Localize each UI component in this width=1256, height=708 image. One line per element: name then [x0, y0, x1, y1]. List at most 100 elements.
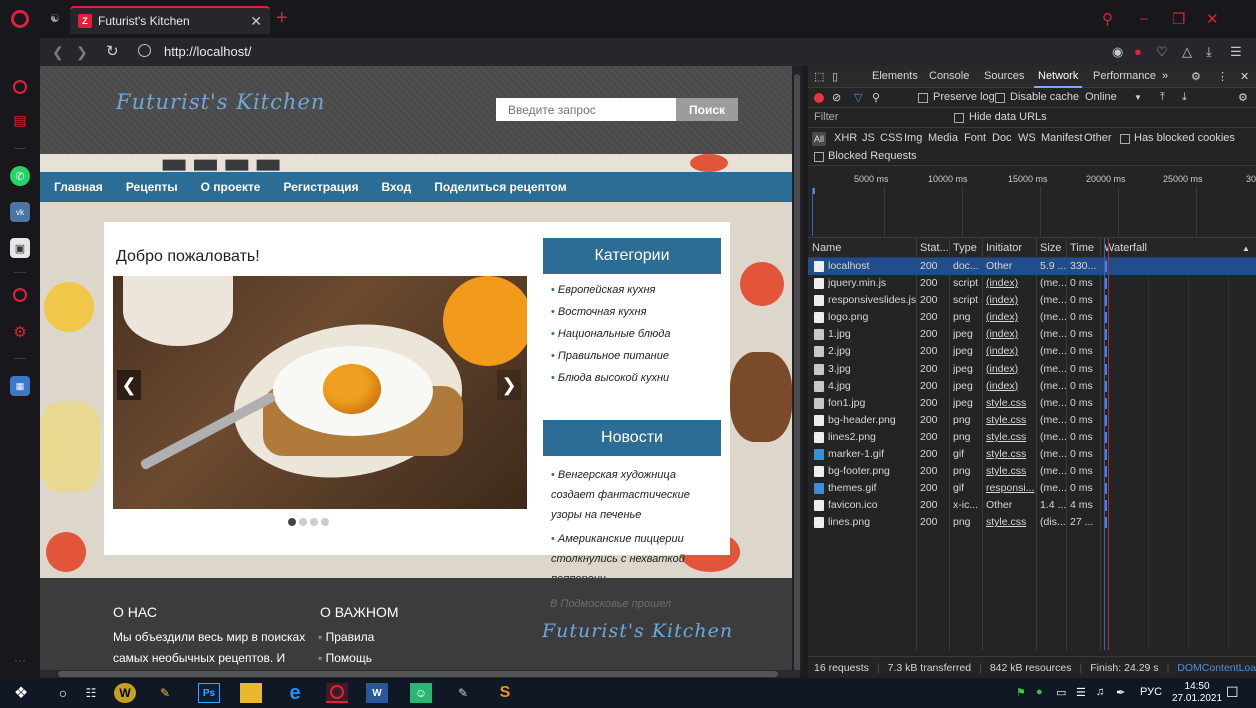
export-har-icon[interactable]: ⤓	[1182, 91, 1187, 104]
paint-icon[interactable]: ✎	[154, 683, 176, 703]
preserve-log-checkbox[interactable]	[918, 93, 928, 103]
request-name[interactable]: jquery.min.js	[828, 277, 916, 289]
request-row[interactable]: fon1.jpg 200 jpeg style.css (me... 0 ms	[808, 395, 1256, 412]
request-row[interactable]: lines.png 200 png style.css (dis... 27 ...	[808, 514, 1256, 531]
download-icon[interactable]: ⤓	[1206, 44, 1212, 60]
photoshop-icon[interactable]: Ps	[198, 683, 220, 703]
extensions-cube-icon[interactable]: △	[1182, 44, 1192, 60]
request-name[interactable]: lines.png	[828, 516, 916, 528]
request-name[interactable]: logo.png	[828, 311, 916, 323]
tray-pen-icon[interactable]: ✒	[1116, 686, 1125, 699]
nav-recipes[interactable]: Рецепты	[126, 180, 178, 194]
history-icon[interactable]	[13, 288, 27, 302]
request-name[interactable]: themes.gif	[828, 482, 916, 494]
request-initiator[interactable]: style.css	[986, 431, 1036, 443]
request-initiator[interactable]: style.css	[986, 414, 1036, 426]
forward-icon[interactable]: ❯	[76, 44, 88, 61]
clock[interactable]: 14:50 27.01.2021	[1172, 681, 1222, 705]
tab-console[interactable]: Console	[929, 70, 969, 82]
hide-data-urls-checkbox[interactable]	[954, 113, 964, 123]
settings-gear-icon[interactable]: ⚙	[10, 322, 30, 342]
scrollbar-thumb[interactable]	[58, 671, 778, 677]
type-filter-img[interactable]: Img	[904, 132, 922, 144]
nav-login[interactable]: Вход	[382, 180, 412, 194]
bookmark-heart-icon[interactable]: ♡	[1156, 44, 1168, 60]
speed-dial-icon[interactable]	[13, 80, 27, 94]
type-filter-font[interactable]: Font	[964, 132, 986, 144]
file-explorer-icon[interactable]	[240, 683, 262, 703]
clear-icon[interactable]: ⊘	[832, 91, 841, 104]
inspect-element-icon[interactable]: ⬚	[814, 70, 824, 83]
vk-icon[interactable]: vk	[10, 202, 30, 222]
column-initiator[interactable]: Initiator	[986, 242, 1022, 254]
snapshot-icon[interactable]: ◉	[1112, 44, 1123, 60]
close-window-icon[interactable]: ✕	[1206, 10, 1219, 28]
more-tabs-icon[interactable]: »	[1162, 70, 1168, 82]
shopping-bag-icon[interactable]: ▤	[10, 110, 30, 130]
column-size[interactable]: Size	[1040, 242, 1061, 254]
minimize-icon[interactable]: ⎯	[1140, 10, 1148, 27]
column-time[interactable]: Time	[1070, 242, 1094, 254]
request-row[interactable]: favicon.ico 200 x-ic... Other 1.4 ... 4 ms	[808, 497, 1256, 514]
slider-next-icon[interactable]: ❯	[497, 370, 521, 400]
network-overview[interactable]: 5000 ms 10000 ms 15000 ms 20000 ms 25000…	[808, 166, 1256, 238]
type-filter-all[interactable]: All	[812, 132, 826, 146]
sublime-text-icon[interactable]: S	[494, 683, 516, 703]
blocked-requests-checkbox[interactable]	[814, 152, 824, 162]
request-row[interactable]: 4.jpg 200 jpeg (index) (me... 0 ms	[808, 378, 1256, 395]
request-initiator[interactable]: (index)	[986, 345, 1036, 357]
new-tab-icon[interactable]: +	[276, 8, 288, 28]
slider-dot[interactable]	[288, 518, 296, 526]
nav-register[interactable]: Регистрация	[283, 180, 358, 194]
request-name[interactable]: lines2.png	[828, 431, 916, 443]
column-type[interactable]: Type	[953, 242, 977, 254]
type-filter-ws[interactable]: WS	[1018, 132, 1036, 144]
request-initiator[interactable]: (index)	[986, 277, 1036, 289]
tray-network-icon[interactable]: ☰	[1076, 686, 1086, 699]
request-name[interactable]: localhost	[828, 260, 916, 272]
footer-link-help[interactable]: ◦ Помощь	[318, 651, 372, 665]
tab-performance[interactable]: Performance	[1093, 70, 1156, 82]
type-filter-other[interactable]: Other	[1084, 132, 1112, 144]
type-filter-css[interactable]: CSS	[880, 132, 903, 144]
chevron-down-icon[interactable]: ▼	[1134, 93, 1142, 102]
sort-up-icon[interactable]: ▲	[1242, 244, 1250, 253]
search-tabs-icon[interactable]: ⚲	[1102, 10, 1113, 28]
scrollbar-thumb[interactable]	[794, 74, 800, 674]
request-initiator[interactable]: responsi...	[986, 482, 1036, 494]
tray-app-icon[interactable]: ●	[1036, 686, 1043, 698]
type-filter-media[interactable]: Media	[928, 132, 958, 144]
reload-icon[interactable]: ↻	[106, 42, 119, 60]
messenger-icon[interactable]: ▣	[10, 238, 30, 258]
request-initiator[interactable]: (index)	[986, 328, 1036, 340]
import-har-icon[interactable]: ⤒	[1160, 91, 1165, 104]
site-logo[interactable]: Futurist's Kitchen	[116, 90, 325, 114]
tray-volume-icon[interactable]: ♫	[1096, 686, 1104, 698]
opera-taskbar-icon[interactable]	[326, 683, 348, 703]
devtools-settings-icon[interactable]: ⚙	[1191, 70, 1201, 83]
search-input[interactable]	[496, 98, 676, 121]
tab-sources[interactable]: Sources	[984, 70, 1024, 82]
nav-share-recipe[interactable]: Поделиться рецептом	[434, 180, 566, 194]
category-national[interactable]: Национальные блюда	[551, 328, 726, 340]
site-info-icon[interactable]	[138, 44, 151, 57]
request-row[interactable]: 1.jpg 200 jpeg (index) (me... 0 ms	[808, 326, 1256, 343]
winamp-icon[interactable]: W	[114, 683, 136, 703]
request-name[interactable]: fon1.jpg	[828, 397, 916, 409]
column-waterfall[interactable]: Waterfall	[1104, 242, 1147, 254]
throttling-select[interactable]: Online	[1085, 91, 1117, 103]
more-options-icon[interactable]: ···	[10, 650, 30, 670]
request-name[interactable]: favicon.ico	[828, 499, 916, 511]
tool-app-icon[interactable]: ✎	[452, 683, 474, 703]
task-view-icon[interactable]: ☷	[80, 683, 102, 703]
request-initiator[interactable]: (index)	[986, 311, 1036, 323]
easy-setup-icon[interactable]: ☰	[1230, 44, 1242, 60]
url-field[interactable]: http://localhost/	[164, 44, 251, 59]
search-icon[interactable]: ⚲	[872, 91, 880, 104]
request-initiator[interactable]: style.css	[986, 397, 1036, 409]
request-row[interactable]: themes.gif 200 gif responsi... (me... 0 ms	[808, 480, 1256, 497]
tab-close-icon[interactable]: ✕	[250, 13, 262, 30]
record-icon[interactable]	[814, 93, 824, 103]
adblock-icon[interactable]: ●	[1134, 44, 1142, 59]
type-filter-doc[interactable]: Doc	[992, 132, 1012, 144]
